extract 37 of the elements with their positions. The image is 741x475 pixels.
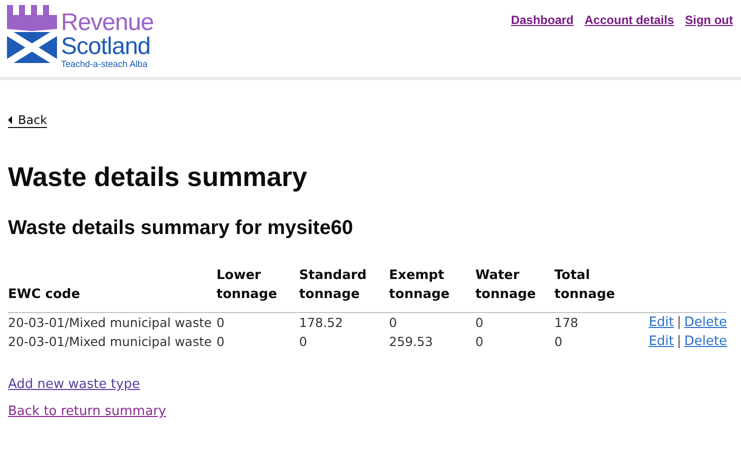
table-cell-text: 0 [554, 333, 564, 351]
table-cell: 0 [389, 312, 476, 332]
edit-link[interactable]: Edit [648, 315, 674, 330]
column-header: EWC code [8, 262, 216, 312]
logo-wordmark: Revenue [61, 11, 154, 35]
column-header: Total tonnage [554, 262, 634, 312]
table-cell-text: 20-03-01/Mixed municipal waste [8, 333, 213, 351]
logo-wordmark: Scotland [61, 35, 152, 59]
table-cell-text: 259.53 [389, 333, 434, 351]
logo-icon [7, 5, 57, 63]
nav-link[interactable]: Account details [584, 13, 674, 27]
separator: | [676, 315, 682, 330]
table-cell: 178.52 [299, 312, 390, 332]
table-cell: 0 [216, 312, 300, 332]
text-link[interactable]: Add new waste type [8, 377, 140, 392]
column-header: Water tonnage [475, 262, 554, 312]
table-cell-text: 0 [475, 333, 484, 351]
table-cell: 20-03-01/Mixed municipal waste [8, 312, 216, 332]
column-header: Exempt tonnage [389, 262, 476, 312]
delete-link[interactable]: Delete [684, 334, 727, 349]
logo-tagline: Teachd-a-steach Alba [61, 60, 149, 69]
nav-link[interactable]: Sign out [685, 13, 733, 27]
back-link[interactable]: Back [8, 113, 48, 128]
back-arrow-icon [8, 116, 12, 124]
section-title: Waste details summary for mysite60 [8, 217, 354, 240]
table-cell: 178 [554, 312, 634, 332]
page-title: Waste details summary [8, 162, 308, 193]
table-cell-text: 0 [299, 333, 308, 351]
nav-link[interactable]: Dashboard [510, 13, 574, 27]
table-cell: 0 [475, 312, 554, 332]
column-header: Lower tonnage [216, 262, 300, 312]
table-cell-text: 0 [216, 333, 226, 351]
edit-link[interactable]: Edit [648, 334, 674, 349]
column-header: Standard tonnage [299, 262, 390, 312]
text-link[interactable]: Back to return summary [8, 404, 166, 419]
delete-link[interactable]: Delete [684, 315, 727, 330]
separator: | [676, 334, 682, 349]
